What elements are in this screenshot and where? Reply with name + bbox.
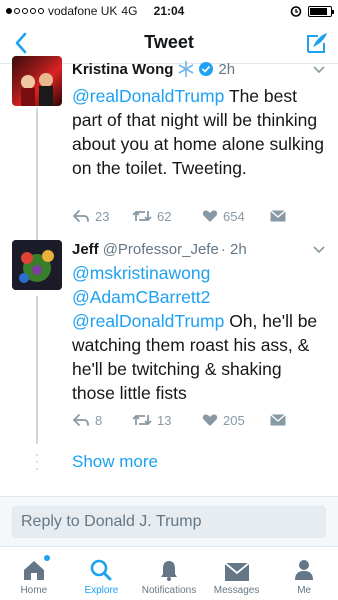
compose-feather-icon: [307, 33, 327, 53]
person-icon: [295, 560, 314, 580]
share-dm-button[interactable]: [270, 210, 286, 222]
bell-icon: [160, 561, 177, 581]
reply-input[interactable]: Reply to Donald J. Trump: [12, 506, 326, 538]
tab-label: Messages: [213, 585, 260, 596]
signal-strength-icon: [6, 8, 44, 14]
tweet-header: Kristina Wong 2h: [72, 58, 328, 80]
tweet-time: 2h: [218, 60, 236, 78]
verified-badge-icon: [199, 62, 214, 76]
tab-label: Home: [20, 585, 48, 596]
retweet-button[interactable]: 62: [132, 209, 202, 224]
heart-icon: [202, 210, 218, 222]
tweet-text: @mskristinawong @AdamCBarrett2 @realDona…: [72, 261, 328, 405]
back-button[interactable]: [8, 30, 34, 56]
retweet-icon: [132, 211, 152, 221]
tab-me[interactable]: Me: [270, 547, 338, 600]
tweet-actions: 23 62 654: [72, 206, 318, 226]
tab-home[interactable]: Home: [0, 547, 68, 600]
alarm-icon: [290, 6, 302, 17]
page-title: Tweet: [144, 32, 194, 52]
retweet-count: 13: [157, 412, 172, 428]
retweet-count: 62: [157, 208, 172, 224]
reply-count: 8: [95, 412, 103, 428]
tab-notifications[interactable]: Notifications: [135, 547, 203, 600]
home-icon: [23, 561, 44, 580]
like-count: 654: [223, 208, 245, 224]
tab-bar: Home Explore Notifications Messages Me: [0, 546, 338, 600]
retweet-button[interactable]: 13: [132, 413, 202, 428]
heart-icon: [202, 414, 218, 426]
author-handle[interactable]: @Professor_Jefe: [103, 241, 219, 258]
network-type: 4G: [121, 4, 138, 18]
like-count: 205: [223, 412, 245, 428]
chevron-left-icon: [15, 32, 27, 54]
reply-count: 23: [95, 208, 110, 224]
status-bar: vodafone UK 4G 21:04: [0, 0, 338, 22]
snowflake-emoji-icon: [178, 61, 194, 77]
reply-bar: Reply to Donald J. Trump: [0, 496, 338, 546]
chevron-down-icon[interactable]: [312, 242, 326, 256]
mention-link[interactable]: @AdamCBarrett2: [72, 287, 210, 307]
tab-explore[interactable]: Explore: [68, 547, 136, 600]
reply-icon: [73, 414, 89, 426]
tweet-header: Jeff @Professor_Jefe · 2h: [72, 238, 328, 260]
show-more-link[interactable]: Show more: [72, 452, 158, 472]
author-name[interactable]: Jeff: [72, 241, 99, 258]
retweet-icon: [132, 415, 152, 425]
tab-label: Notifications: [141, 585, 197, 596]
avatar[interactable]: [12, 240, 62, 290]
tweet-jeff[interactable]: Jeff @Professor_Jefe · 2h @mskristinawon…: [0, 238, 338, 444]
like-button[interactable]: 205: [202, 413, 270, 428]
envelope-icon: [270, 210, 286, 222]
battery-icon: [308, 5, 334, 17]
mention-link[interactable]: @realDonaldTrump: [72, 86, 224, 106]
compose-tweet-button[interactable]: [304, 30, 330, 56]
tab-messages[interactable]: Messages: [203, 547, 271, 600]
reply-button[interactable]: 23: [72, 209, 132, 224]
reply-button[interactable]: 8: [72, 413, 132, 428]
mention-link[interactable]: @realDonaldTrump: [72, 311, 224, 331]
avatar[interactable]: [12, 56, 62, 106]
share-dm-button[interactable]: [270, 414, 286, 426]
thread-line: [36, 296, 38, 444]
tweet-actions: 8 13 205: [72, 410, 318, 430]
envelope-icon: [270, 414, 286, 426]
envelope-icon: [224, 562, 250, 581]
tweet-time: · 2h: [220, 240, 247, 258]
chevron-down-icon[interactable]: [312, 62, 326, 76]
search-icon: [91, 559, 112, 581]
tab-label: Explore: [84, 585, 119, 596]
tab-label: Me: [297, 585, 312, 596]
thread-dots-icon: [36, 454, 38, 470]
like-button[interactable]: 654: [202, 209, 270, 224]
status-time: 21:04: [153, 4, 185, 18]
tweet-kristina[interactable]: Kristina Wong 2h @realDonaldTrump The be…: [0, 56, 338, 288]
mention-link[interactable]: @mskristinawong: [72, 263, 210, 283]
tweet-text: @realDonaldTrump The best part of that n…: [72, 84, 328, 180]
reply-icon: [73, 210, 89, 222]
carrier-name: vodafone UK: [48, 4, 118, 18]
author-name[interactable]: Kristina Wong: [72, 61, 173, 78]
new-content-dot: [43, 555, 50, 561]
